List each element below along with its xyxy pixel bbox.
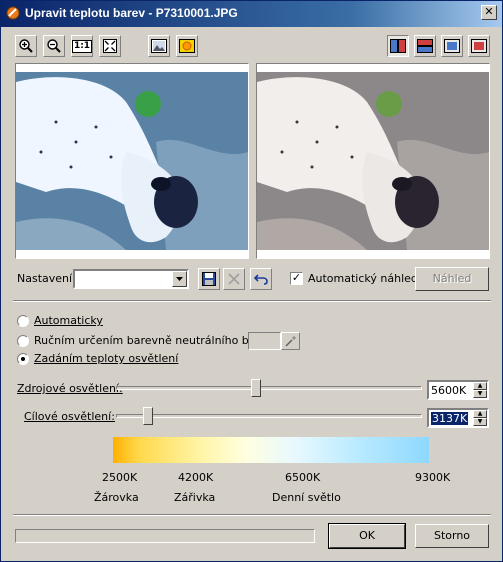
neutral-color-swatch — [248, 332, 281, 350]
actual-size-button[interactable]: 1:1 — [71, 35, 93, 57]
save-preset-button[interactable] — [198, 268, 220, 290]
zoom-out-button[interactable] — [43, 35, 65, 57]
source-light-spinner[interactable]: ▲ ▼ — [473, 382, 487, 398]
source-light-slider-thumb[interactable] — [251, 379, 261, 397]
scale-tick-4200: 4200K — [178, 471, 214, 484]
split-horizontal-button[interactable] — [414, 35, 436, 57]
result-preview[interactable] — [256, 63, 490, 259]
eyedropper-icon — [284, 336, 296, 347]
mode-neutral-point-label: Ručním určením barevně neutrálního bodu — [34, 334, 270, 347]
target-light-input[interactable]: 3137K ▲ ▼ — [427, 408, 489, 428]
original-preview-image — [16, 72, 248, 250]
mode-temperature-label: Zadáním teploty osvětlení — [34, 352, 179, 365]
scale-tick-2500: 2500K — [102, 471, 138, 484]
mode-neutral-point-radio[interactable] — [17, 335, 29, 347]
zoom-in-icon — [19, 39, 33, 53]
close-button[interactable]: ✕ — [481, 5, 497, 20]
single-view-original-icon — [444, 39, 460, 53]
target-light-slider-track[interactable] — [116, 414, 422, 418]
scale-name-daylight: Denní světlo — [272, 491, 341, 504]
dialog-window: Upravit teplotu barev - P7310001.JPG ✕ 1… — [0, 0, 503, 562]
show-original-icon — [151, 39, 167, 53]
app-icon — [6, 6, 20, 20]
show-result-icon — [179, 39, 195, 53]
separator — [13, 300, 491, 302]
target-light-label: Cílové osvětlení: — [24, 410, 115, 423]
source-light-label: Zdrojové osvětlení: — [17, 382, 123, 395]
scale-name-fluorescent: Zářivka — [174, 491, 216, 504]
undo-icon — [254, 274, 268, 285]
auto-preview-label: Automatický náhled — [308, 272, 418, 285]
single-view-result-button[interactable] — [468, 35, 490, 57]
scale-name-incandescent: Žárovka — [94, 491, 139, 504]
split-vertical-icon — [390, 39, 406, 53]
preset-combobox[interactable] — [73, 269, 189, 289]
preset-label: Nastavení: — [17, 272, 76, 285]
zoom-in-button[interactable] — [15, 35, 37, 57]
source-light-value: 5600K — [431, 384, 467, 397]
auto-preview-checkbox[interactable]: ✓ — [290, 272, 303, 285]
target-light-value: 3137K — [431, 412, 469, 425]
undo-button[interactable] — [250, 268, 272, 290]
target-light-spinner[interactable]: ▲ ▼ — [473, 410, 487, 426]
split-horizontal-icon — [417, 39, 433, 53]
zoom-out-icon — [47, 39, 61, 53]
window-title: Upravit teplotu barev - P7310001.JPG — [25, 6, 238, 20]
source-light-input[interactable]: 5600K ▲ ▼ — [427, 380, 489, 400]
separator-bottom — [13, 514, 491, 516]
fit-to-window-button[interactable] — [99, 35, 121, 57]
target-light-slider-thumb[interactable] — [143, 407, 153, 425]
cancel-button[interactable]: Storno — [415, 524, 489, 548]
actual-size-icon: 1:1 — [71, 39, 93, 53]
delete-icon — [228, 273, 240, 285]
result-preview-image — [257, 72, 489, 250]
mode-auto-radio[interactable] — [17, 315, 29, 327]
scale-tick-9300: 9300K — [415, 471, 451, 484]
ok-button[interactable]: OK — [328, 523, 406, 549]
source-light-slider-track[interactable] — [116, 386, 422, 390]
single-view-original-button[interactable] — [441, 35, 463, 57]
show-result-button[interactable] — [176, 35, 198, 57]
preview-button[interactable]: Náhled — [415, 267, 489, 291]
mode-temperature-radio[interactable] — [17, 353, 29, 365]
chevron-down-icon — [176, 277, 183, 281]
fit-to-window-icon — [103, 39, 117, 53]
show-original-button[interactable] — [148, 35, 170, 57]
single-view-result-icon — [471, 39, 487, 53]
original-preview[interactable] — [15, 63, 249, 259]
delete-preset-button[interactable] — [223, 268, 245, 290]
color-temperature-gradient — [113, 437, 429, 463]
eyedropper-button[interactable] — [281, 332, 300, 350]
save-icon — [202, 272, 216, 286]
mode-auto-label: Automaticky — [34, 314, 103, 327]
progress-bar — [15, 529, 315, 543]
split-vertical-button[interactable] — [387, 35, 409, 57]
title-bar[interactable]: Upravit teplotu barev - P7310001.JPG ✕ — [1, 1, 502, 27]
scale-tick-6500: 6500K — [285, 471, 321, 484]
dropdown-arrow[interactable] — [172, 271, 187, 287]
